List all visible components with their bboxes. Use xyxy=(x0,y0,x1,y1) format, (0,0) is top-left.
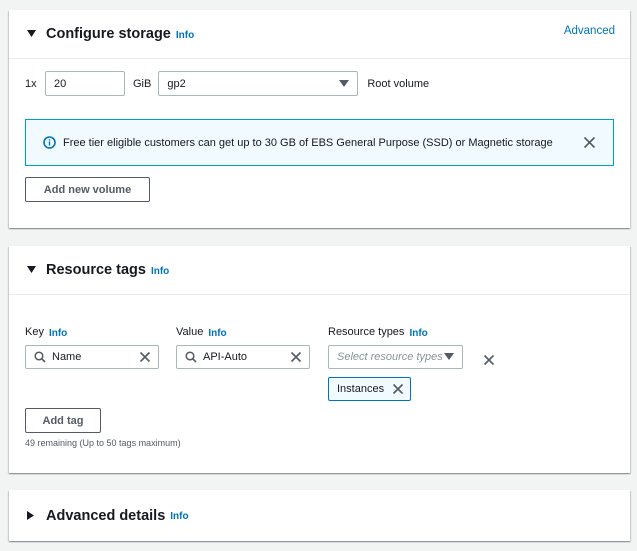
info-circle-icon xyxy=(43,136,56,149)
configure-storage-panel: Configure storage Info Advanced 1x 20 Gi… xyxy=(9,10,630,228)
resource-type-token: Instances xyxy=(328,377,411,401)
volume-multiplier: 1x xyxy=(25,77,37,90)
clear-icon[interactable] xyxy=(290,351,302,363)
dropdown-caret-icon xyxy=(339,79,350,87)
resource-types-label-text: Resource types xyxy=(328,326,405,338)
free-tier-notice-text: Free tier eligible customers can get up … xyxy=(63,136,553,149)
remove-tag-icon[interactable] xyxy=(483,354,495,366)
resource-tags-panel: Resource tags Info Key Info Value Info Res… xyxy=(9,246,630,473)
add-new-volume-button[interactable]: Add new volume xyxy=(25,177,150,202)
caret-down-icon[interactable] xyxy=(25,264,37,276)
clear-icon[interactable] xyxy=(139,351,151,363)
key-label: Key Info xyxy=(25,326,67,339)
advanced-details-info-link[interactable]: Info xyxy=(170,511,188,522)
volume-type-select[interactable]: gp2 xyxy=(158,71,359,96)
tag-key-value: Name xyxy=(52,351,82,363)
search-icon xyxy=(34,351,46,363)
value-label-text: Value xyxy=(176,326,204,338)
root-volume-label: Root volume xyxy=(367,77,430,90)
advanced-details-header[interactable]: Advanced details Info xyxy=(9,490,630,541)
configure-storage-header[interactable]: Configure storage Info Advanced xyxy=(9,10,630,58)
root-volume-row: 1x 20 GiB gp2 Root volume xyxy=(25,71,429,96)
resource-types-placeholder: Select resource types xyxy=(337,351,443,363)
configure-storage-title: Configure storage xyxy=(46,26,171,42)
volume-unit: GiB xyxy=(133,77,152,90)
caret-down-icon[interactable] xyxy=(25,28,37,40)
free-tier-notice: Free tier eligible customers can get up … xyxy=(25,119,614,166)
tag-value-value: API-Auto xyxy=(203,351,248,363)
value-label: Value Info xyxy=(176,326,227,339)
volume-size-input[interactable]: 20 xyxy=(45,71,125,96)
tag-key-input[interactable]: Name xyxy=(25,345,159,369)
key-label-text: Key xyxy=(25,326,44,338)
dismiss-token-icon[interactable] xyxy=(392,383,404,395)
resource-tags-info-link[interactable]: Info xyxy=(151,266,169,277)
advanced-link[interactable]: Advanced xyxy=(564,25,615,37)
key-info-link[interactable]: Info xyxy=(49,328,67,339)
resource-types-select[interactable]: Select resource types xyxy=(328,345,463,369)
divider xyxy=(9,58,630,59)
caret-right-icon[interactable] xyxy=(25,510,37,522)
value-info-link[interactable]: Info xyxy=(208,328,226,339)
resource-types-label: Resource types Info xyxy=(328,326,428,339)
divider xyxy=(9,294,630,295)
resource-type-token-label: Instances xyxy=(337,383,385,395)
tag-value-input[interactable]: API-Auto xyxy=(176,345,310,369)
resource-tags-header[interactable]: Resource tags Info xyxy=(9,246,630,294)
close-icon[interactable] xyxy=(583,136,596,149)
configure-storage-info-link[interactable]: Info xyxy=(176,30,194,41)
add-tag-button[interactable]: Add tag xyxy=(25,408,101,433)
tags-remaining-text: 49 remaining (Up to 50 tags maximum) xyxy=(25,438,181,448)
resource-tags-title: Resource tags xyxy=(46,262,146,278)
volume-type-value: gp2 xyxy=(167,77,186,90)
search-icon xyxy=(185,351,197,363)
resource-types-info-link[interactable]: Info xyxy=(409,328,427,339)
advanced-details-title: Advanced details xyxy=(46,507,166,524)
dropdown-caret-icon xyxy=(444,353,454,360)
advanced-details-panel: Advanced details Info xyxy=(9,490,630,541)
